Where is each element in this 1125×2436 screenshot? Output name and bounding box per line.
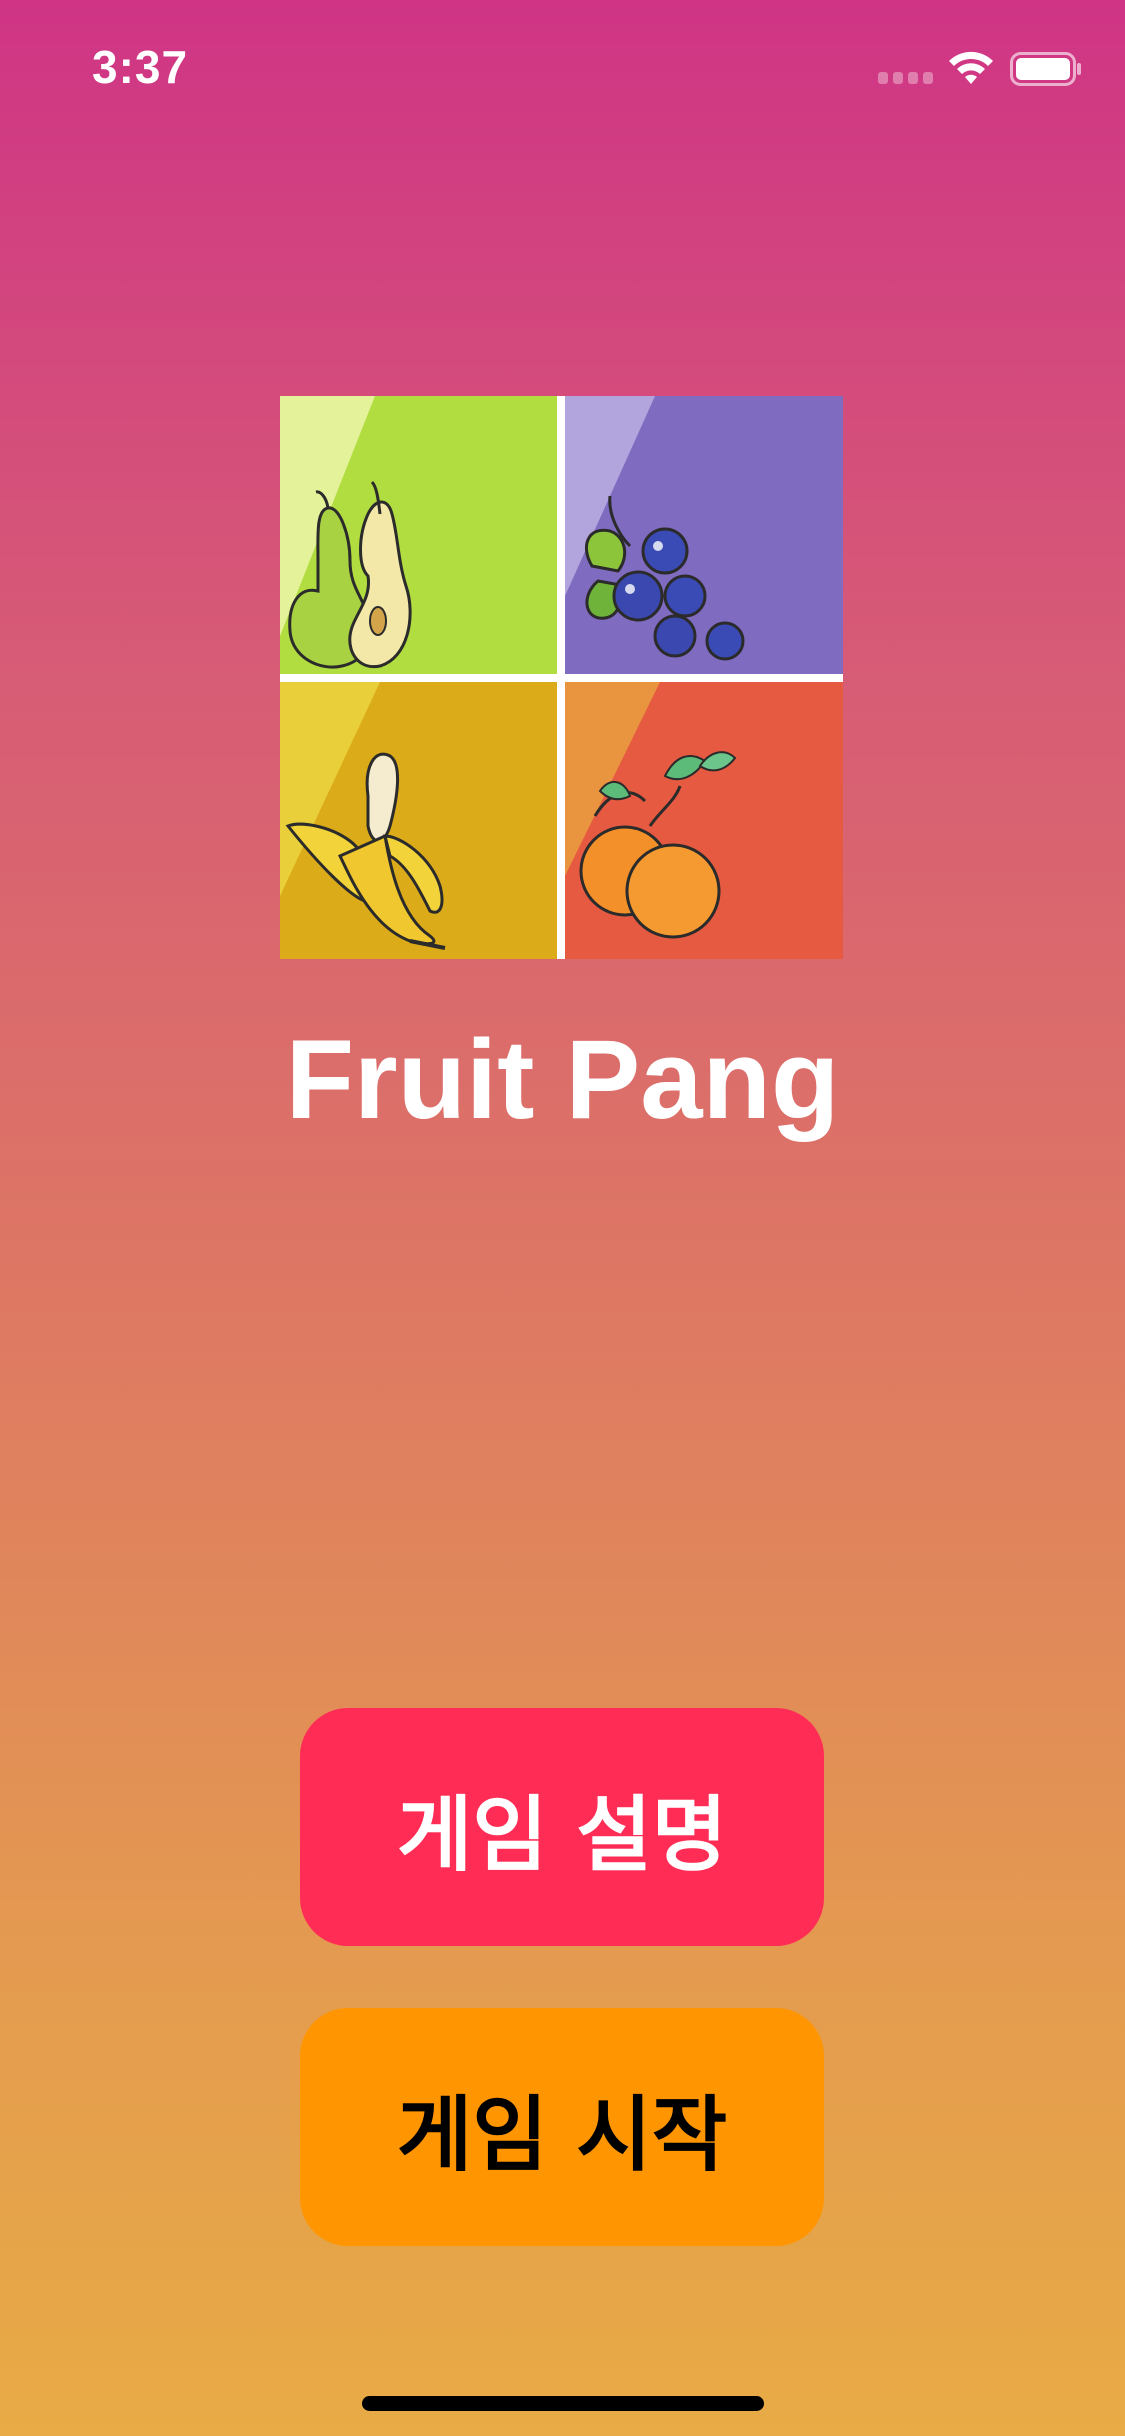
battery-icon — [1010, 52, 1081, 86]
blueberry-tile — [565, 396, 843, 674]
fruit-grid-logo — [280, 396, 843, 959]
orange-tile — [565, 682, 843, 959]
app-title: Fruit Pang — [285, 1017, 840, 1142]
home-indicator[interactable] — [362, 2396, 764, 2411]
wifi-icon — [949, 51, 993, 84]
pear-tile — [280, 396, 557, 674]
game-help-button[interactable]: 게임 설명 — [300, 1708, 824, 1946]
game-start-button[interactable]: 게임 시작 — [300, 2008, 824, 2246]
status-time: 3:37 — [92, 41, 189, 93]
status-bar: 3:37 — [0, 0, 1125, 130]
cellular-signal-icon — [878, 72, 934, 84]
banana-tile — [280, 682, 557, 959]
